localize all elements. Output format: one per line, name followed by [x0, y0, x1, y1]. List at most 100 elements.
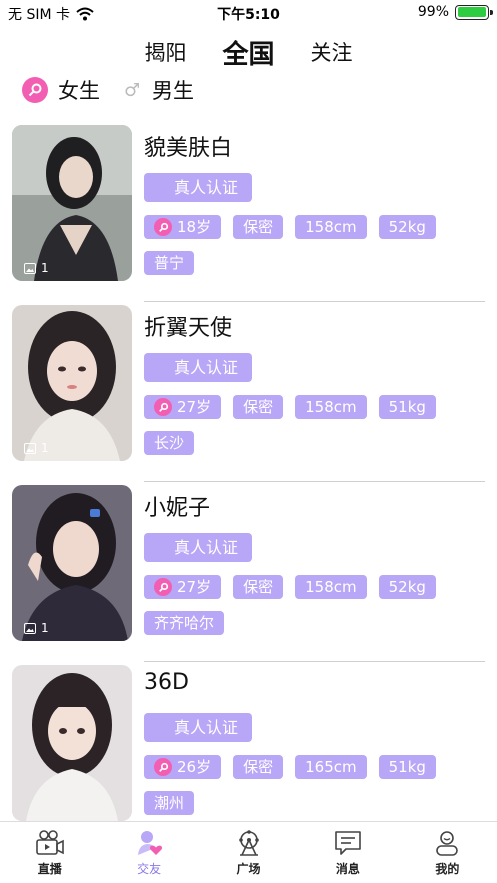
verified-badge: 真人认证	[144, 353, 253, 382]
nav-label: 交友	[137, 861, 162, 876]
gender-filter: 女生 ♂ 男生	[22, 74, 218, 106]
user-name: 36D	[144, 670, 189, 695]
info-tags: 26岁 保密 165cm 51kg	[144, 755, 436, 779]
filter-male[interactable]: ♂ 男生	[124, 75, 194, 105]
photo-count-text: 1	[41, 621, 49, 635]
photo-count: 1	[24, 441, 49, 455]
user-name: 小妮子	[144, 496, 211, 521]
height-tag: 158cm	[295, 215, 367, 239]
female-age-icon	[154, 218, 172, 236]
user-photo[interactable]: 1	[12, 125, 132, 281]
nav-plaza[interactable]: 广场	[199, 822, 298, 883]
battery-percent: 99%	[417, 4, 449, 20]
portrait-image	[12, 125, 132, 281]
height-tag: 158cm	[295, 575, 367, 599]
privacy-tag: 保密	[233, 575, 284, 599]
city-row: 长沙	[144, 431, 195, 455]
portrait-image	[12, 485, 132, 641]
height-tag: 158cm	[295, 395, 367, 419]
user-name: 折翼天使	[144, 316, 233, 341]
female-age-icon	[154, 578, 172, 596]
live-camera-icon	[35, 829, 64, 855]
privacy-tag: 保密	[233, 395, 284, 419]
female-icon	[22, 77, 48, 103]
age-text: 26岁	[177, 758, 212, 776]
user-photo[interactable]: 1	[12, 305, 132, 461]
message-bubble-icon	[335, 830, 361, 855]
nav-label: 我的	[435, 861, 460, 876]
user-list: 1 貌美肤白 真人认证 18岁 保密 158cm 52kg 普宁 1 折翼天使 …	[0, 122, 497, 842]
user-photo[interactable]: 1	[12, 485, 132, 641]
verify-row: 真人认证	[144, 533, 253, 562]
user-photo[interactable]	[12, 665, 132, 821]
nav-label: 消息	[335, 861, 360, 876]
weight-tag: 52kg	[378, 575, 436, 599]
info-tags: 27岁 保密 158cm 51kg	[144, 395, 436, 419]
weight-tag: 51kg	[378, 755, 436, 779]
privacy-tag: 保密	[233, 755, 284, 779]
nav-live[interactable]: 直播	[0, 822, 99, 883]
verified-badge: 真人认证	[144, 173, 253, 202]
verify-row: 真人认证	[144, 353, 253, 382]
region-tabs: 揭阳 全国 关注	[0, 34, 497, 70]
verified-badge: 真人认证	[144, 713, 253, 742]
city-tag: 长沙	[144, 431, 195, 455]
status-bar: 无 SIM 卡 下午5:10 99%	[0, 0, 497, 26]
user-card[interactable]: 1 貌美肤白 真人认证 18岁 保密 158cm 52kg 普宁	[0, 122, 497, 302]
bottom-nav: 直播 交友 广场 消息 我的	[0, 821, 497, 883]
battery-icon	[455, 4, 493, 20]
status-right: 99%	[417, 4, 493, 20]
privacy-tag: 保密	[233, 215, 284, 239]
user-card[interactable]: 1 小妮子 真人认证 27岁 保密 158cm 52kg 齐齐哈尔	[0, 482, 497, 662]
photo-count-text: 1	[41, 261, 49, 275]
city-row: 普宁	[144, 251, 195, 275]
city-tag: 齐齐哈尔	[144, 611, 225, 635]
battery-cap	[490, 9, 493, 15]
tab-following[interactable]: 关注	[311, 37, 353, 67]
male-label: 男生	[152, 79, 194, 103]
nav-dating[interactable]: 交友	[99, 822, 198, 883]
portrait-image	[12, 665, 132, 821]
city-tag: 普宁	[144, 251, 195, 275]
verify-row: 真人认证	[144, 713, 253, 742]
image-icon	[24, 442, 36, 454]
female-age-icon	[154, 398, 172, 416]
verify-row: 真人认证	[144, 173, 253, 202]
photo-count-text: 1	[41, 441, 49, 455]
male-icon: ♂	[124, 79, 141, 101]
nav-label: 直播	[37, 861, 62, 876]
city-row: 潮州	[144, 791, 195, 815]
tab-nationwide[interactable]: 全国	[222, 34, 274, 71]
dating-heart-icon	[138, 830, 163, 855]
age-tag: 18岁	[144, 215, 222, 239]
verified-badge: 真人认证	[144, 533, 253, 562]
ferris-wheel-icon	[238, 829, 259, 856]
filter-female[interactable]: 女生	[22, 75, 100, 105]
info-tags: 27岁 保密 158cm 52kg	[144, 575, 436, 599]
nav-profile[interactable]: 我的	[398, 822, 497, 883]
age-text: 27岁	[177, 578, 212, 596]
city-tag: 潮州	[144, 791, 195, 815]
nav-label: 广场	[236, 861, 261, 876]
nav-messages[interactable]: 消息	[298, 822, 397, 883]
age-text: 18岁	[177, 218, 212, 236]
weight-tag: 51kg	[378, 395, 436, 419]
user-card[interactable]: 1 折翼天使 真人认证 27岁 保密 158cm 51kg 长沙	[0, 302, 497, 482]
photo-count: 1	[24, 621, 49, 635]
user-card[interactable]: 36D 真人认证 26岁 保密 165cm 51kg 潮州	[0, 662, 497, 842]
image-icon	[24, 262, 36, 274]
height-tag: 165cm	[295, 755, 367, 779]
info-tags: 18岁 保密 158cm 52kg	[144, 215, 436, 239]
age-text: 27岁	[177, 398, 212, 416]
photo-count: 1	[24, 261, 49, 275]
user-name: 貌美肤白	[144, 136, 233, 161]
city-row: 齐齐哈尔	[144, 611, 225, 635]
age-tag: 27岁	[144, 395, 222, 419]
female-label: 女生	[58, 79, 100, 103]
image-icon	[24, 622, 36, 634]
profile-icon	[436, 830, 459, 856]
female-age-icon	[154, 758, 172, 776]
age-tag: 27岁	[144, 575, 222, 599]
battery-fill	[457, 7, 487, 17]
tab-local[interactable]: 揭阳	[144, 37, 186, 67]
